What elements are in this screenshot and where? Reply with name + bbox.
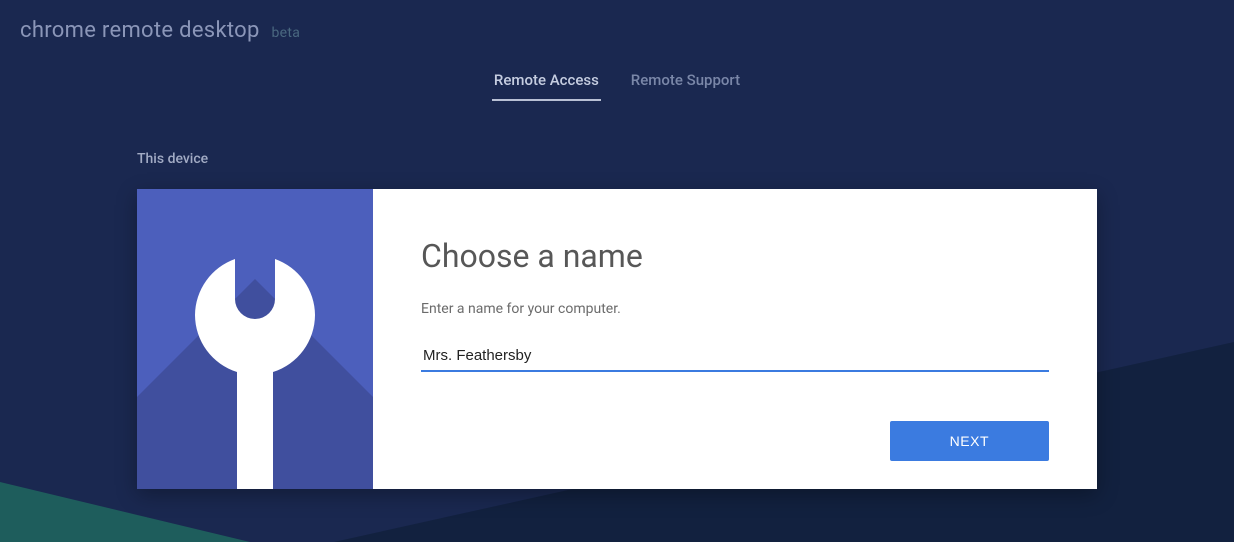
card-subtitle: Enter a name for your computer. [421,301,1049,317]
tab-remote-access[interactable]: Remote Access [492,61,601,101]
app-logo: chrome remote desktop beta [20,18,300,43]
main-container: This device Choose a name Enter a name f… [137,151,1097,489]
app-logo-text: chrome remote desktop [20,18,260,43]
tab-bar: Remote Access Remote Support [0,61,1234,101]
wrench-icon [195,259,315,489]
card-content: Choose a name Enter a name for your comp… [373,189,1097,489]
app-logo-badge: beta [271,25,300,41]
card-title: Choose a name [421,237,1049,275]
section-label-this-device: This device [137,151,1097,167]
card-illustration [137,189,373,489]
card-actions: NEXT [421,391,1049,461]
setup-card: Choose a name Enter a name for your comp… [137,189,1097,489]
header: chrome remote desktop beta [0,0,1234,53]
next-button[interactable]: NEXT [890,421,1049,461]
background-decor-teal [0,482,250,542]
computer-name-input[interactable] [421,341,1049,372]
tab-remote-support[interactable]: Remote Support [629,61,742,101]
